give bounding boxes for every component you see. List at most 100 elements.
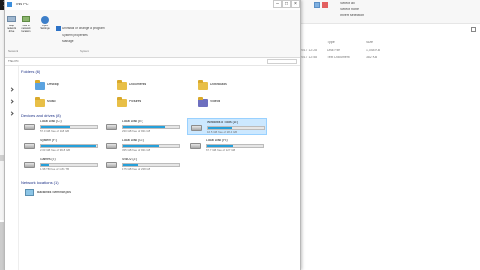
select-all[interactable]: Select all	[340, 2, 355, 6]
drive-usage-bar	[40, 124, 98, 129]
folder-videos[interactable]: Videos	[198, 96, 268, 109]
select-none[interactable]: Select none	[340, 8, 359, 12]
hard-drive-icon	[24, 162, 35, 168]
hard-drive-icon	[106, 143, 117, 149]
drive-item[interactable]: Local Disk (H:) 67.7 GB free of 127 GB	[187, 137, 267, 154]
network-share-icon	[25, 189, 34, 196]
settings-icon	[41, 16, 49, 24]
this-pc-window: This PC – □ × Map network drive Add a ne…	[4, 0, 301, 270]
drive-item[interactable]: Windows 8 Tools (D:) 16.5 GB free of 28.4…	[187, 118, 267, 135]
file-type: Disk File	[327, 49, 340, 52]
drive-space: 57.0 GB free of 118 GB	[40, 130, 70, 133]
drive-usage-bar	[122, 124, 180, 129]
map-network-drive-icon	[7, 16, 16, 22]
address-bar[interactable]: This PC	[5, 58, 300, 66]
drive-usage-fill	[123, 125, 165, 128]
expand-arrow-icon[interactable]	[9, 99, 14, 104]
folders-section-header[interactable]: Folders (6)	[21, 70, 40, 74]
drive-item[interactable]: Local Disk (E:) 230 GB free of 931 GB	[103, 118, 183, 135]
search-input[interactable]	[267, 59, 297, 64]
drive-usage-bar	[206, 143, 264, 148]
network-location-label: Backlinks Seminar.pcs	[37, 191, 71, 194]
drive-usage-bar	[40, 143, 98, 148]
file-size: 1,048 KB	[366, 49, 380, 52]
file-row[interactable]: 2017 12:28 Disk File 1,048 KB	[300, 48, 480, 54]
drive-item[interactable]: Local Disk (C:) 57.0 GB free of 118 GB	[21, 118, 101, 135]
drive-name: Local Disk (G:)	[122, 139, 144, 142]
file-date: 2017 12:28	[300, 49, 317, 52]
hard-drive-icon	[191, 125, 202, 131]
computer-icon	[7, 2, 12, 7]
drive-space: 16.5 GB free of 28.4 GB	[207, 131, 238, 134]
maximize-button[interactable]: □	[282, 0, 291, 8]
folder-desktop[interactable]: Desktop	[35, 79, 105, 92]
drive-name: Games (I:)	[40, 158, 56, 161]
drive-item[interactable]: System (F:) 2.03 GB free of 99.8 GB	[21, 137, 101, 154]
folder-documents[interactable]: Documents	[117, 79, 187, 92]
folder-music[interactable]: Music	[35, 96, 105, 109]
minimize-button[interactable]: –	[273, 0, 282, 8]
drive-space: 2.03 GB free of 99.8 GB	[40, 149, 71, 152]
drive-name: Local Disk (H:)	[206, 139, 228, 142]
close-button[interactable]: ×	[291, 0, 300, 8]
system-properties-link[interactable]: System properties	[62, 34, 88, 37]
file-date: 2017 12:58	[300, 56, 317, 59]
drive-space: 175 GB free of 238 GB	[122, 168, 151, 171]
file-row[interactable]: 2017 12:58 Text Document 382 KB	[300, 55, 480, 61]
folder-label: Videos	[210, 100, 221, 103]
drive-usage-fill	[41, 163, 50, 166]
drive-item[interactable]: Games (I:) 1.98 TB free of 1.81 TB	[21, 156, 101, 173]
network-location-icon	[22, 16, 30, 22]
uninstall-program-link[interactable]: Uninstall or change a program	[62, 27, 105, 30]
drive-space: 230 GB free of 931 GB	[122, 130, 151, 133]
column-header-type[interactable]: Type	[327, 41, 335, 45]
folder-label: Desktop	[47, 83, 60, 86]
folder-label: Music	[47, 100, 56, 103]
documents-folder-icon	[117, 80, 127, 90]
drive-item[interactable]: Local Disk (G:) 335 GB free of 931 GB	[103, 137, 183, 154]
ribbon-group-network: Network	[8, 50, 19, 53]
column-header-size[interactable]: Size	[366, 41, 373, 45]
invert-selection[interactable]: Invert selection	[340, 14, 364, 18]
drive-name: SWD2 (J:)	[122, 158, 138, 161]
expand-arrow-icon[interactable]	[9, 87, 14, 92]
desktop-folder-icon	[35, 80, 45, 90]
delete-icon[interactable]	[322, 2, 328, 8]
drive-usage-fill	[208, 126, 232, 129]
manage-link[interactable]: Manage	[62, 40, 74, 43]
folder-downloads[interactable]: Downloads	[198, 79, 268, 92]
help-icon[interactable]	[471, 27, 476, 32]
network-location-item[interactable]: Backlinks Seminar.pcs	[25, 188, 105, 198]
drive-usage-fill	[41, 125, 71, 128]
drive-name: System (F:)	[40, 139, 58, 142]
hard-drive-icon	[24, 124, 35, 130]
map-network-drive-button[interactable]: Map network drive	[5, 13, 18, 43]
hard-drive-icon	[24, 143, 35, 149]
file-type: Text Document	[327, 56, 350, 59]
hard-drive-icon	[106, 124, 117, 130]
drive-usage-bar	[40, 162, 98, 167]
title-bar[interactable]: This PC – □ ×	[5, 0, 300, 10]
folder-label: Downloads	[210, 83, 227, 86]
drive-name: Windows 8 Tools (D:)	[207, 121, 239, 124]
drive-space: 1.98 TB free of 1.81 TB	[40, 168, 69, 171]
drive-item[interactable]: SWD2 (J:) 175 GB free of 238 GB	[103, 156, 183, 173]
open-settings-button[interactable]: Open Settings	[38, 13, 52, 43]
drive-space: 335 GB free of 931 GB	[122, 149, 151, 152]
add-network-location-button[interactable]: Add a network location	[19, 13, 33, 43]
address-path: This PC	[8, 60, 19, 63]
drive-name: Local Disk (E:)	[122, 120, 144, 123]
hard-drive-icon	[106, 162, 117, 168]
ribbon-button-label: Map network drive	[6, 25, 17, 33]
drive-usage-bar	[207, 125, 265, 130]
network-section-header[interactable]: Network locations (1)	[21, 181, 59, 185]
music-folder-icon	[35, 97, 45, 107]
ribbon-button-label: Add a network location	[21, 25, 31, 33]
drive-name: Local Disk (C:)	[40, 120, 62, 123]
videos-folder-icon	[198, 97, 208, 107]
move-to-icon[interactable]	[314, 2, 320, 8]
drive-space: 67.7 GB free of 127 GB	[206, 149, 236, 152]
hard-drive-icon	[190, 143, 201, 149]
folder-pictures[interactable]: Pictures	[117, 96, 187, 109]
expand-arrow-icon[interactable]	[9, 111, 14, 116]
